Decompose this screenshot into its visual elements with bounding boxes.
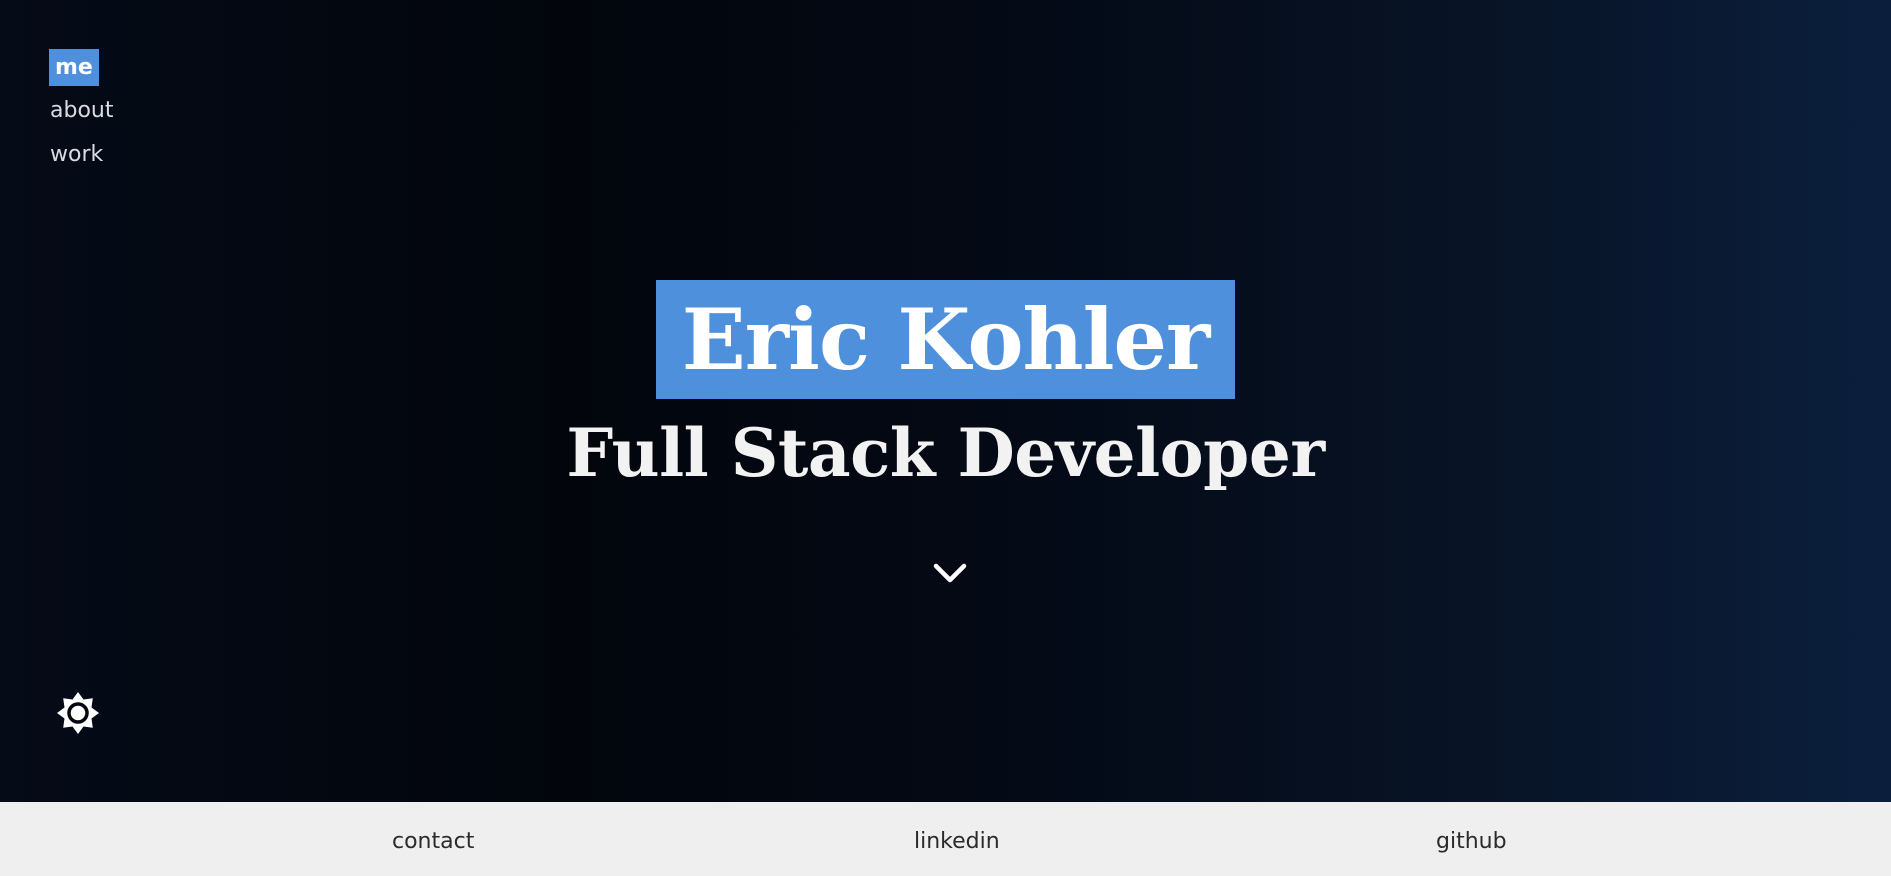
hero-section: me about work Eric Kohler Full Stack Dev… [0, 0, 1891, 802]
nav-item-me[interactable]: me [49, 49, 99, 86]
footer-link-contact[interactable]: contact [392, 802, 474, 876]
scroll-down-button[interactable] [928, 560, 972, 588]
chevron-down-icon [933, 563, 967, 583]
footer: contact linkedin github [0, 802, 1891, 876]
nav-item-work[interactable]: work [49, 136, 109, 174]
footer-link-linkedin[interactable]: linkedin [914, 802, 1000, 876]
nav-item-about[interactable]: about [49, 92, 119, 130]
theme-toggle-button[interactable] [55, 690, 101, 736]
sun-icon [57, 692, 99, 734]
footer-link-github[interactable]: github [1436, 802, 1507, 876]
name-heading: Eric Kohler [655, 280, 1236, 399]
side-nav: me about work [49, 49, 119, 174]
name-heading-wrap: Eric Kohler [0, 280, 1891, 399]
role-subheading: Full Stack Developer [566, 414, 1325, 492]
